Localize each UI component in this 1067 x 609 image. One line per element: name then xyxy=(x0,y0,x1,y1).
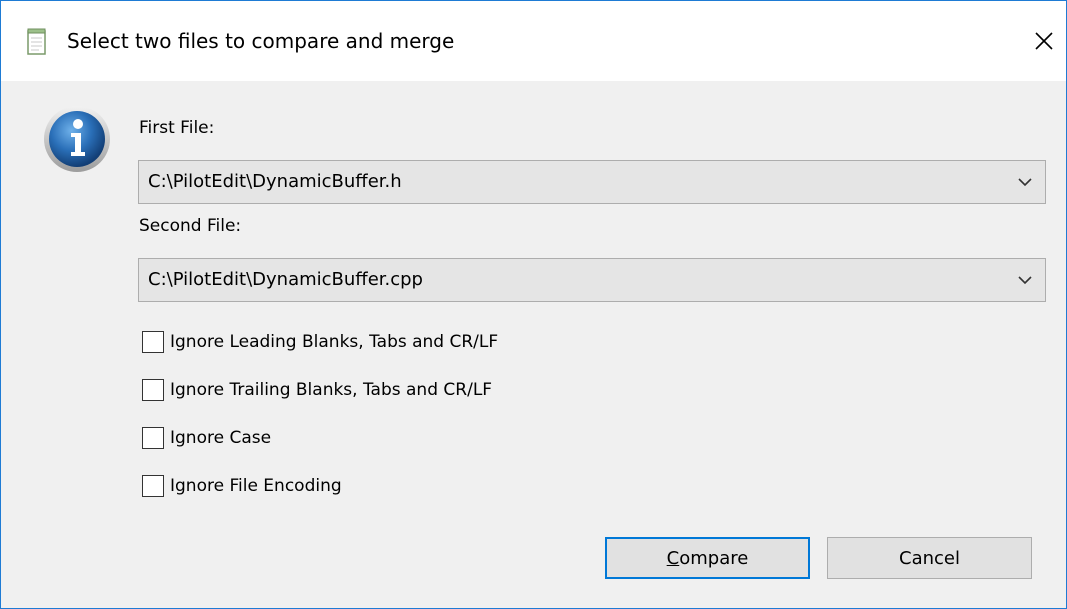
ignore-encoding-label: Ignore File Encoding xyxy=(170,476,342,496)
ignore-leading-checkbox[interactable]: Ignore Leading Blanks, Tabs and CR/LF xyxy=(142,329,498,355)
ignore-trailing-checkbox[interactable]: Ignore Trailing Blanks, Tabs and CR/LF xyxy=(142,377,492,403)
checkbox-box[interactable] xyxy=(142,379,164,401)
title-bar[interactable]: Select two files to compare and merge xyxy=(1,1,1066,81)
chevron-down-icon xyxy=(1018,178,1032,187)
compare-dialog: Select two files to compare and merge Fi… xyxy=(0,0,1067,609)
ignore-case-checkbox[interactable]: Ignore Case xyxy=(142,425,271,451)
close-icon xyxy=(1035,32,1053,50)
ignore-encoding-checkbox[interactable]: Ignore File Encoding xyxy=(142,473,342,499)
compare-button[interactable]: Compare xyxy=(605,537,810,579)
compare-label-rest: ompare xyxy=(679,547,749,569)
info-icon xyxy=(44,106,110,172)
first-file-value: C:\PilotEdit\DynamicBuffer.h xyxy=(148,171,402,192)
checkbox-box[interactable] xyxy=(142,475,164,497)
ignore-case-label: Ignore Case xyxy=(170,428,272,448)
compare-mnemonic: C xyxy=(666,547,680,569)
dialog-title: Select two files to compare and merge xyxy=(67,29,455,53)
chevron-down-icon xyxy=(1018,276,1032,285)
ignore-trailing-label: Ignore Trailing Blanks, Tabs and CR/LF xyxy=(170,380,493,400)
second-file-label: Second File: xyxy=(139,216,242,236)
ignore-leading-label: Ignore Leading Blanks, Tabs and CR/LF xyxy=(170,332,499,352)
checkbox-box[interactable] xyxy=(142,427,164,449)
first-file-combo[interactable]: C:\PilotEdit\DynamicBuffer.h xyxy=(138,160,1046,204)
second-file-combo[interactable]: C:\PilotEdit\DynamicBuffer.cpp xyxy=(138,258,1046,302)
first-file-label: First File: xyxy=(139,118,215,138)
second-file-value: C:\PilotEdit\DynamicBuffer.cpp xyxy=(148,269,423,290)
notepad-icon xyxy=(27,28,46,55)
checkbox-box[interactable] xyxy=(142,331,164,353)
close-button[interactable] xyxy=(1021,19,1067,63)
cancel-button[interactable]: Cancel xyxy=(827,537,1032,579)
